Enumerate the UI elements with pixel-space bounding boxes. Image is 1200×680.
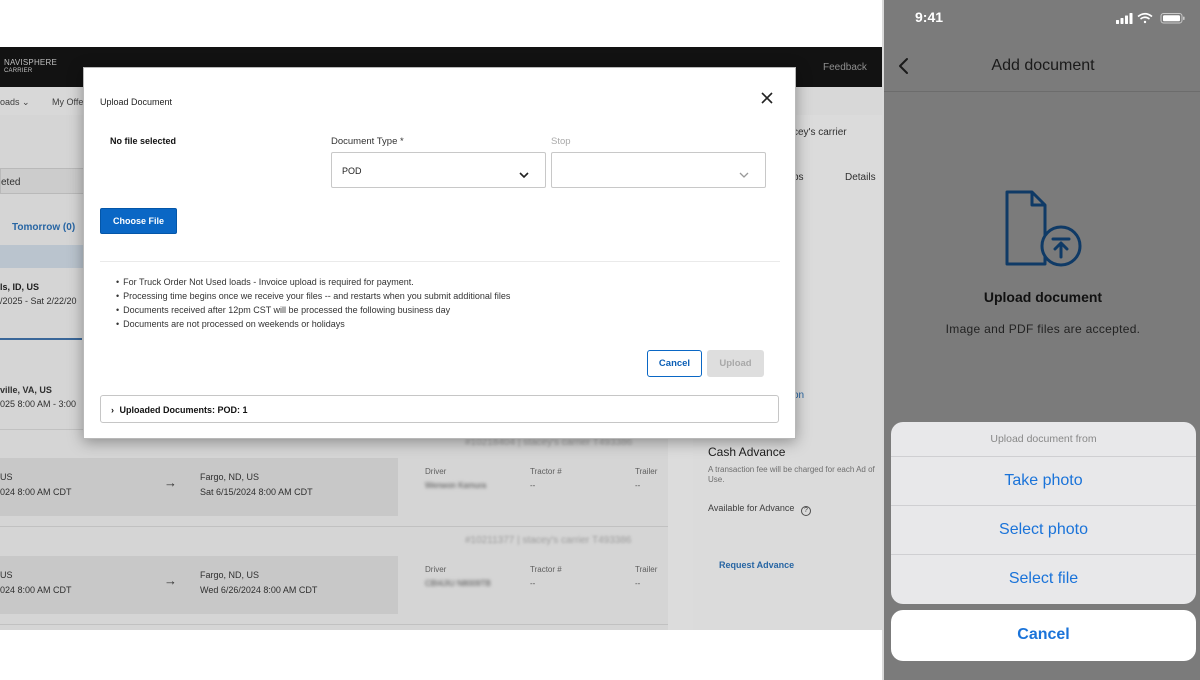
sheet-cancel-button[interactable]: Cancel bbox=[891, 610, 1196, 661]
status-time: 9:41 bbox=[915, 9, 944, 25]
status-icons bbox=[1116, 11, 1188, 29]
document-type-select[interactable]: POD bbox=[331, 152, 546, 188]
back-chevron-icon[interactable] bbox=[898, 57, 910, 80]
note-item: Documents are not processed on weekends … bbox=[116, 317, 510, 331]
divider bbox=[100, 261, 780, 262]
battery-icon bbox=[1160, 13, 1185, 24]
uploaded-documents-accordion[interactable]: › Uploaded Documents: POD: 1 bbox=[100, 395, 779, 423]
cancel-button[interactable]: Cancel bbox=[647, 350, 702, 377]
chevron-down-icon bbox=[739, 166, 749, 184]
action-sheet: Upload document from Take photo Select p… bbox=[891, 422, 1196, 604]
screen-title: Add document bbox=[991, 57, 1095, 74]
mobile-screen: 9:41 Add document Upload document Image … bbox=[882, 0, 1200, 680]
note-item: Processing time begins once we receive y… bbox=[116, 289, 510, 303]
note-item: Documents received after 12pm CST will b… bbox=[116, 303, 510, 317]
upload-notes: For Truck Order Not Used loads - Invoice… bbox=[116, 275, 510, 331]
canvas: NAVISPHERE CARRIER Feedback oads ⌄ My Of… bbox=[0, 0, 1200, 680]
upload-heading: Upload document bbox=[983, 289, 1103, 305]
header-divider bbox=[884, 91, 1200, 92]
caret-right-icon: › bbox=[111, 405, 114, 415]
uploaded-documents-label: Uploaded Documents: POD: 1 bbox=[119, 405, 248, 415]
stop-select[interactable] bbox=[551, 152, 766, 188]
upload-document-modal: Upload Document No file selected Documen… bbox=[83, 67, 796, 439]
document-upload-icon bbox=[1003, 190, 1083, 275]
close-icon[interactable] bbox=[759, 90, 775, 106]
select-photo-option[interactable]: Select photo bbox=[891, 505, 1196, 554]
document-type-value: POD bbox=[342, 166, 362, 176]
document-type-label: Document Type * bbox=[331, 136, 404, 147]
chevron-down-icon bbox=[519, 166, 529, 184]
modal-title: Upload Document bbox=[100, 97, 173, 107]
action-sheet-title: Upload document from bbox=[990, 433, 1097, 445]
upload-button[interactable]: Upload bbox=[707, 350, 764, 377]
select-file-option[interactable]: Select file bbox=[891, 554, 1196, 603]
take-photo-option[interactable]: Take photo bbox=[891, 456, 1196, 505]
note-item: For Truck Order Not Used loads - Invoice… bbox=[116, 275, 510, 289]
wifi-icon bbox=[1137, 12, 1153, 24]
upload-subtext: Image and PDF files are accepted. bbox=[945, 322, 1141, 336]
stop-label: Stop bbox=[551, 136, 571, 147]
signal-icon bbox=[1116, 13, 1133, 24]
choose-file-button[interactable]: Choose File bbox=[100, 208, 177, 234]
file-status: No file selected bbox=[110, 136, 177, 146]
